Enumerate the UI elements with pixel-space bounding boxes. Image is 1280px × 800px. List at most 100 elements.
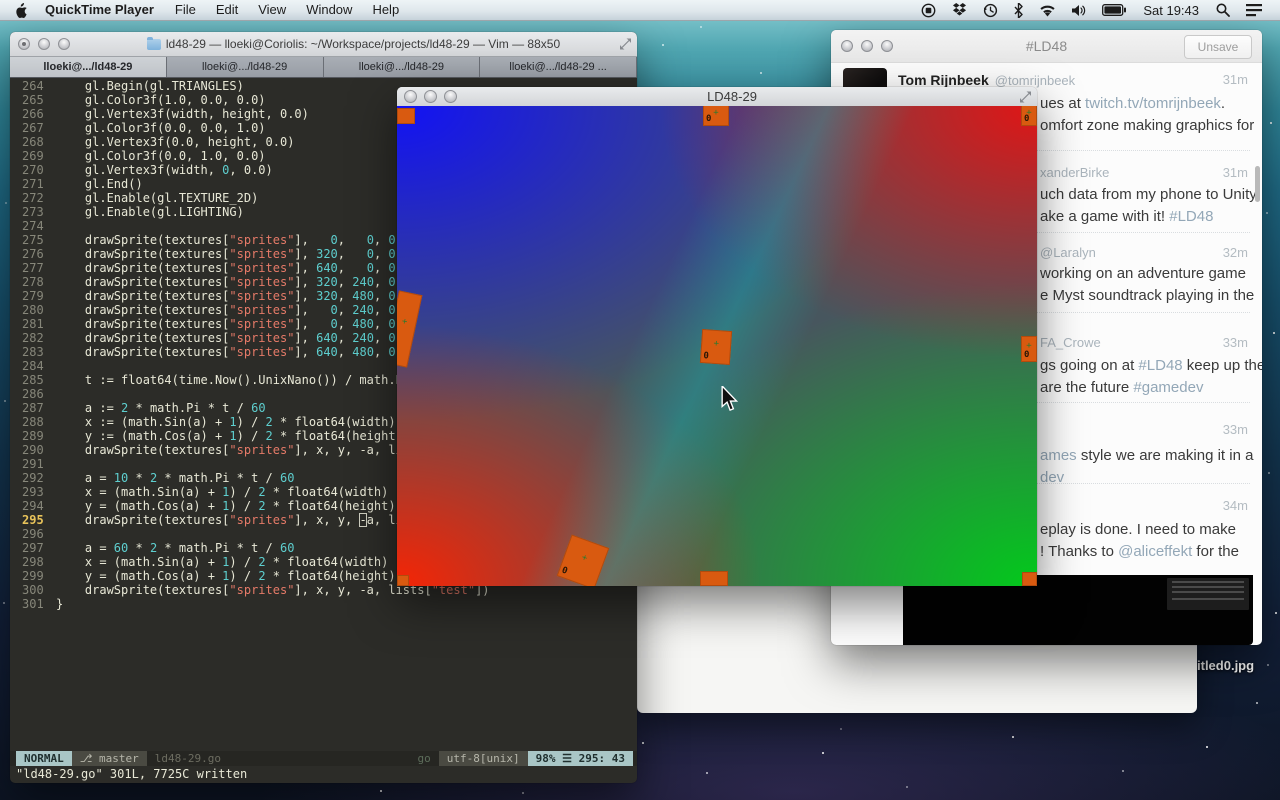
tweet-text-line: eplay is done. I need to make — [1040, 521, 1236, 538]
game-sprite — [397, 108, 415, 124]
game-sprite — [700, 571, 728, 586]
tweet-author-name[interactable]: Tom Rijnbeek@tomrijnbeek — [898, 72, 1075, 88]
code-line: 301} — [10, 597, 637, 611]
notification-center-icon[interactable] — [1238, 4, 1270, 17]
terminal-titlebar[interactable]: ld48-29 — lloeki@Coriolis: ~/Workspace/p… — [10, 32, 637, 57]
game-sprite: +0 — [1021, 106, 1037, 126]
statusline-position: 98% ☰ 295: 43 — [528, 751, 633, 766]
menu-item-file[interactable]: File — [165, 0, 206, 20]
game-window: LD48-29 +0+0+0+0+0+0 — [397, 87, 1037, 586]
sprite-score-label: 0 — [1024, 350, 1029, 360]
sprite-score-label: 0 — [1024, 114, 1029, 124]
statusline-filename: ld48-29.go — [147, 751, 229, 766]
menu-item-view[interactable]: View — [248, 0, 296, 20]
sprite-origin-marker: + — [580, 552, 589, 563]
scrollbar-thumb[interactable] — [1255, 166, 1260, 202]
tweet-text-line: working on an adventure game — [1040, 265, 1246, 282]
terminal-tab-3[interactable]: lloeki@.../ld48-29 — [324, 57, 481, 77]
statusline-encoding: utf-8[unix] — [439, 751, 528, 766]
tweet-text-line: omfort zone making graphics for — [1040, 117, 1254, 134]
window-title: LD48-29 — [464, 89, 1000, 104]
tweet-link[interactable]: #LD48 — [1138, 357, 1182, 374]
wifi-icon[interactable] — [1031, 4, 1064, 17]
tweet-text-line: are the future #gamedev — [1040, 379, 1203, 396]
tweet-author-handle[interactable]: FA_Crowe — [1040, 335, 1101, 350]
tweet-media-inset — [1167, 578, 1249, 610]
sprite-origin-marker: + — [401, 316, 408, 327]
tweet-link[interactable]: #LD48 — [1169, 208, 1213, 225]
volume-icon[interactable] — [1064, 4, 1094, 17]
tweet-link[interactable]: ames — [1040, 447, 1077, 464]
desktop-file-label[interactable]: itled0.jpg — [1197, 658, 1254, 673]
terminal-tab-2[interactable]: lloeki@.../ld48-29 — [167, 57, 324, 77]
menu-item-window[interactable]: Window — [296, 0, 362, 20]
battery-icon[interactable] — [1094, 4, 1134, 16]
terminal-tab-bar: lloeki@.../ld48-29lloeki@.../ld48-29lloe… — [10, 57, 637, 78]
statusline-filetype: go — [410, 751, 439, 766]
tweet-timestamp: 33m — [1223, 422, 1248, 437]
menu-item-edit[interactable]: Edit — [206, 0, 248, 20]
dropbox-icon[interactable] — [944, 3, 975, 17]
game-sprite: +0 — [397, 290, 422, 367]
twitter-titlebar[interactable]: #LD48 Unsave — [831, 30, 1262, 63]
git-branch-indicator: ⎇ master — [72, 751, 147, 766]
vim-message-line: "ld48-29.go" 301L, 7725C written — [16, 767, 247, 781]
minimize-button[interactable] — [38, 38, 50, 50]
game-titlebar[interactable]: LD48-29 — [397, 87, 1037, 107]
tweet-timestamp: 33m — [1223, 335, 1248, 350]
tweet-text-line: ! Thanks to @aliceffekt for the — [1040, 543, 1239, 560]
tweet-link[interactable]: #gamedev — [1133, 379, 1203, 396]
game-sprite: +0 — [557, 534, 610, 586]
tweet-text-line: dev — [1040, 469, 1064, 486]
game-viewport[interactable]: +0+0+0+0+0+0 — [397, 106, 1037, 586]
close-button[interactable] — [404, 90, 417, 103]
game-sprite — [1022, 572, 1037, 586]
close-button[interactable] — [18, 38, 30, 50]
tweet-text-line: e Myst soundtrack playing in the — [1040, 287, 1254, 304]
tweet-timestamp: 32m — [1223, 245, 1248, 260]
unsave-button[interactable]: Unsave — [1184, 35, 1252, 59]
tweet-author-handle[interactable]: xanderBirke — [1040, 165, 1109, 180]
sprite-origin-marker: + — [713, 338, 719, 348]
menu-app-name[interactable]: QuickTime Player — [34, 0, 165, 20]
fullscreen-icon[interactable] — [620, 39, 631, 50]
game-sprite: +0 — [703, 106, 729, 126]
spotlight-icon[interactable] — [1208, 3, 1238, 17]
zoom-button[interactable] — [444, 90, 457, 103]
terminal-tab-4[interactable]: lloeki@.../ld48-29 ... — [480, 57, 637, 77]
record-stop-icon[interactable] — [913, 3, 944, 18]
tweet-text-line: uch data from my phone to Unity, — [1040, 186, 1260, 203]
tweet-link[interactable]: dev — [1040, 469, 1064, 486]
sprite-origin-marker: + — [713, 108, 718, 118]
menu-bar: QuickTime Player FileEditViewWindowHelp … — [0, 0, 1280, 21]
tweet-timestamp: 34m — [1223, 498, 1248, 513]
tweet-timestamp: 31m — [1223, 165, 1248, 180]
menu-item-help[interactable]: Help — [362, 0, 409, 20]
vim-statusline: NORMAL ⎇ master ld48-29.go go utf-8[unix… — [10, 751, 637, 766]
tweet-text-line: ake a game with it! #LD48 — [1040, 208, 1213, 225]
window-title: ld48-29 — lloeki@Coriolis: ~/Workspace/p… — [166, 37, 560, 51]
tweet-author-handle[interactable]: @tomrijnbeek — [995, 73, 1075, 88]
fullscreen-icon[interactable] — [1020, 91, 1031, 102]
tweet-author-handle[interactable]: @Laralyn — [1040, 245, 1096, 260]
game-sprite: +0 — [1021, 336, 1037, 362]
menu-clock[interactable]: Sat 19:43 — [1134, 3, 1208, 18]
terminal-tab-1[interactable]: lloeki@.../ld48-29 — [10, 57, 167, 77]
mouse-cursor — [720, 386, 738, 412]
sprite-score-label: 0 — [560, 566, 569, 577]
folder-proxy-icon — [147, 39, 161, 50]
zoom-button[interactable] — [58, 38, 70, 50]
game-sprite: +0 — [700, 329, 732, 365]
bluetooth-icon[interactable] — [1006, 3, 1031, 18]
tweet-link[interactable]: twitch.tv/tomrijnbeek — [1085, 95, 1221, 112]
vim-mode-indicator: NORMAL — [16, 751, 72, 766]
sprite-score-label: 0 — [706, 114, 711, 124]
time-machine-icon[interactable] — [975, 3, 1006, 18]
apple-menu-icon[interactable] — [8, 3, 34, 18]
tweet-timestamp: 31m — [1223, 72, 1248, 87]
minimize-button[interactable] — [424, 90, 437, 103]
game-sprite — [397, 575, 409, 586]
tweet-link[interactable]: @aliceffekt — [1118, 543, 1192, 560]
tweet-text-line: ames style we are making it in a — [1040, 447, 1253, 464]
desktop-wallpaper: itled0.jpg #LD48 Unsave Tom Rijnbeek@tom… — [0, 0, 1280, 800]
